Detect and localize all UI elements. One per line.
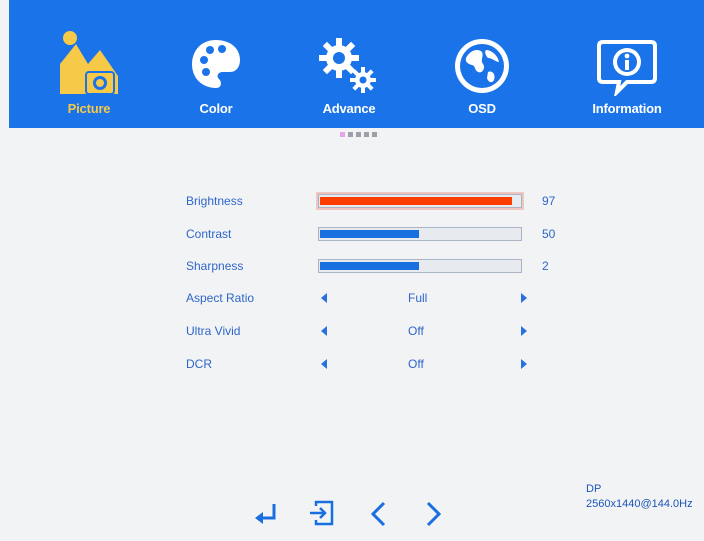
tab-label: Color [199,101,233,116]
contrast-value: 50 [542,227,556,241]
brightness-fill [320,197,512,205]
palette-icon [192,40,240,88]
sharpness-label: Sharpness [186,259,244,273]
contrast-label: Contrast [186,227,232,241]
previous-button[interactable] [364,498,394,530]
arrow-left-icon[interactable] [321,326,327,336]
ultra-vivid-value: Off [408,324,424,338]
tab-color[interactable]: Color [176,0,256,128]
ultra-vivid-row[interactable]: Ultra Vivid Off [186,322,586,342]
chevron-left-icon [370,501,386,527]
screen-bezel [0,0,9,541]
page-dot [372,132,377,137]
tab-label: Advance [322,101,376,116]
brightness-value: 97 [542,194,556,208]
brightness-slider[interactable] [316,192,524,210]
info-icon [597,40,657,96]
arrow-right-icon[interactable] [521,359,527,369]
sharpness-row[interactable]: Sharpness 2 [186,257,586,277]
globe-icon [455,39,509,93]
tab-information[interactable]: Information [577,0,677,128]
dcr-value: Off [408,357,424,371]
aspect-ratio-row[interactable]: Aspect Ratio Full [186,289,586,309]
aspect-ratio-label: Aspect Ratio [186,291,255,305]
page-dot [340,132,345,137]
gears-icon [319,38,376,93]
sharpness-value: 2 [542,259,549,273]
contrast-slider[interactable] [318,227,522,241]
arrow-right-icon[interactable] [521,326,527,336]
tab-osd[interactable]: OSD [442,0,522,128]
contrast-fill [320,230,419,238]
chevron-right-icon [426,501,442,527]
tab-advance[interactable]: Advance [309,0,389,128]
sharpness-fill [320,262,419,270]
exit-button[interactable] [308,498,338,530]
tab-picture[interactable]: Picture [49,0,129,128]
signal-info: DP 2560x1440@144.0Hz [586,482,693,512]
brightness-row[interactable]: Brightness 97 [186,192,586,212]
enter-button[interactable] [252,498,282,530]
page-dot [356,132,361,137]
next-button[interactable] [418,498,448,530]
arrow-left-icon[interactable] [321,293,327,303]
picture-icon [60,31,118,95]
page-dot [348,132,353,137]
arrow-left-icon[interactable] [321,359,327,369]
arrow-right-icon[interactable] [521,293,527,303]
enter-icon [255,504,276,524]
tab-label: Picture [67,101,111,116]
aspect-ratio-value: Full [408,291,428,305]
contrast-row[interactable]: Contrast 50 [186,225,586,245]
page-dot [364,132,369,137]
sharpness-slider[interactable] [318,259,522,273]
menu-tab-bar: Picture Color Advance OSD Information [9,0,704,128]
resolution: 2560x1440@144.0Hz [586,498,693,510]
tab-label: OSD [468,101,496,116]
page-indicator [340,132,377,138]
dcr-row[interactable]: DCR Off [186,355,586,375]
dcr-label: DCR [186,357,212,371]
input-source: DP [586,483,602,495]
brightness-label: Brightness [186,194,243,208]
exit-icon [310,500,334,526]
ultra-vivid-label: Ultra Vivid [186,324,241,338]
tab-label: Information [592,101,662,116]
